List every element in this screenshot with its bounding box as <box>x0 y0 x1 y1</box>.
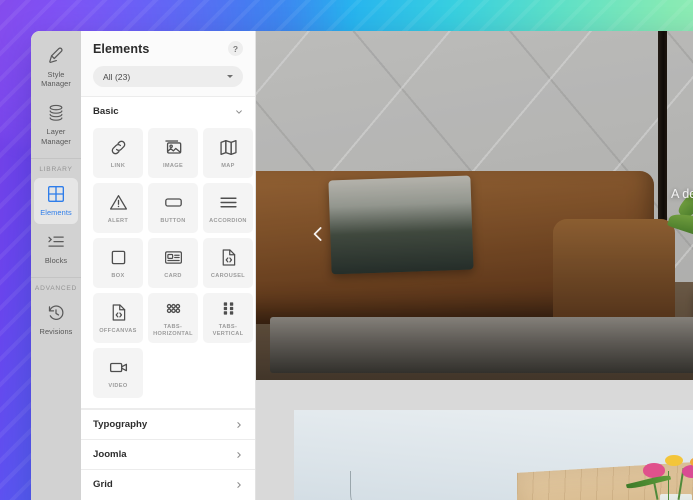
rail-label-elements: Elements <box>40 207 72 217</box>
builder-window: Style Manager Layer Manager LIBRARY Elem… <box>31 31 693 500</box>
element-tile-accordion[interactable]: ACCORDION <box>203 183 253 233</box>
tabs-vertical-icon <box>218 298 239 319</box>
section-label-basic: Basic <box>93 106 119 117</box>
rail-item-layer-manager[interactable]: Layer Manager <box>34 97 78 152</box>
brush-icon <box>46 46 66 66</box>
alert-triangle-icon <box>108 192 129 213</box>
chevron-right-icon <box>235 481 243 489</box>
element-tile-label: OFFCANVAS <box>99 327 137 334</box>
chevron-right-icon <box>235 421 243 429</box>
panel-footer-sections: Typography Joomla Grid <box>81 408 255 499</box>
elements-panel: Elements ? All (23) Basic LINK IMAGE MAP… <box>81 31 256 500</box>
accordion-icon <box>218 192 239 213</box>
element-tile-video[interactable]: VIDEO <box>93 348 143 398</box>
section-header-basic[interactable]: Basic <box>81 96 255 126</box>
chevron-right-icon <box>235 451 243 459</box>
element-tile-offcanvas[interactable]: OFFCANVAS <box>93 293 143 343</box>
page-preview-canvas: Label slider A description list is perfe… <box>256 31 693 500</box>
element-tile-carousel[interactable]: CAROUSEL <box>203 238 253 288</box>
layers-icon <box>46 103 66 123</box>
section-label-grid: Grid <box>93 479 113 490</box>
grid-icon <box>46 184 66 204</box>
category-filter-value: All (23) <box>103 71 131 82</box>
rail-item-blocks[interactable]: Blocks <box>34 226 78 272</box>
category-filter-select[interactable]: All (23) <box>93 66 243 87</box>
chevron-left-icon[interactable] <box>309 223 327 245</box>
element-tile-link[interactable]: LINK <box>93 128 143 178</box>
help-icon[interactable]: ? <box>228 41 243 56</box>
section-label-joomla: Joomla <box>93 449 127 460</box>
rail-item-revisions[interactable]: Revisions <box>34 297 78 343</box>
chevron-down-icon <box>227 75 233 78</box>
video-icon <box>108 357 129 378</box>
blocks-icon <box>46 232 66 252</box>
rail-item-style-manager[interactable]: Style Manager <box>34 40 78 95</box>
hero-overlay <box>256 31 693 380</box>
hero-title: Label slider <box>581 143 693 174</box>
section-label-typography: Typography <box>93 419 148 430</box>
map-icon <box>218 137 239 158</box>
tabs-horizontal-icon <box>163 298 184 319</box>
element-tile-label: MAP <box>221 162 235 169</box>
element-tile-label: CARD <box>164 272 182 279</box>
element-tile-tabs-horizontal[interactable]: TABS-HORIZONTAL <box>148 293 198 343</box>
rail-group-advanced: ADVANCED <box>31 277 81 297</box>
rail-group-library: LIBRARY <box>31 157 81 178</box>
chevron-down-icon <box>235 108 243 116</box>
element-tile-alert[interactable]: ALERT <box>93 183 143 233</box>
rail-label-revisions: Revisions <box>39 327 73 337</box>
element-tile-label: ALERT <box>107 217 129 224</box>
element-tile-label: BUTTON <box>160 217 186 224</box>
element-tile-label: IMAGE <box>162 162 184 169</box>
element-tile-box[interactable]: BOX <box>93 238 143 288</box>
image-icon <box>163 137 184 158</box>
box-icon <box>108 247 129 268</box>
offcanvas-icon <box>108 302 129 323</box>
button-icon <box>163 192 184 213</box>
flower-vase <box>659 493 692 500</box>
element-tile-card[interactable]: CARD <box>148 238 198 288</box>
section-header-joomla[interactable]: Joomla <box>81 439 255 469</box>
hero-slider: Label slider A description list is perfe… <box>256 31 693 380</box>
rail-label-layer-manager: Layer Manager <box>41 127 71 146</box>
element-tile-label: TABS-HORIZONTAL <box>153 324 193 337</box>
panel-header: Elements ? All (23) <box>81 31 255 96</box>
element-tile-tabs-vertical[interactable]: TABS-VERTICAL <box>203 293 253 343</box>
hero-subtitle: A description list is perfect for defini… <box>671 187 693 201</box>
element-tile-label: BOX <box>111 272 125 279</box>
element-tile-label: LINK <box>110 162 126 169</box>
card-icon <box>163 247 184 268</box>
section-header-typography[interactable]: Typography <box>81 409 255 439</box>
app-root: Style Manager Layer Manager LIBRARY Elem… <box>0 0 693 500</box>
element-tile-label: CAROUSEL <box>210 272 246 279</box>
rail-label-blocks: Blocks <box>44 256 68 266</box>
panel-header-row: Elements ? <box>93 41 243 56</box>
element-tile-button[interactable]: BUTTON <box>148 183 198 233</box>
element-tile-label: TABS-VERTICAL <box>212 324 244 337</box>
rail-item-elements[interactable]: Elements <box>34 177 78 225</box>
hero-text-block: Label slider A description list is perfe… <box>581 143 693 201</box>
panel-title: Elements <box>93 41 150 56</box>
left-rail: Style Manager Layer Manager LIBRARY Elem… <box>31 31 81 500</box>
rail-label-style-manager: Style Manager <box>41 70 71 89</box>
element-tile-label: VIDEO <box>108 382 128 389</box>
section-header-grid[interactable]: Grid <box>81 469 255 499</box>
element-tile-map[interactable]: MAP <box>203 128 253 178</box>
element-tile-image[interactable]: IMAGE <box>148 128 198 178</box>
about-section: ABOUT <box>256 380 693 500</box>
history-icon <box>46 303 66 323</box>
desk-cable <box>349 471 420 500</box>
desk-photo: ABOUT <box>294 410 693 500</box>
link-icon <box>108 137 129 158</box>
carousel-icon <box>218 247 239 268</box>
element-tile-label: ACCORDION <box>209 217 247 224</box>
elements-grid: LINK IMAGE MAP ALERT BUTTON ACCORDION BO… <box>81 126 255 408</box>
